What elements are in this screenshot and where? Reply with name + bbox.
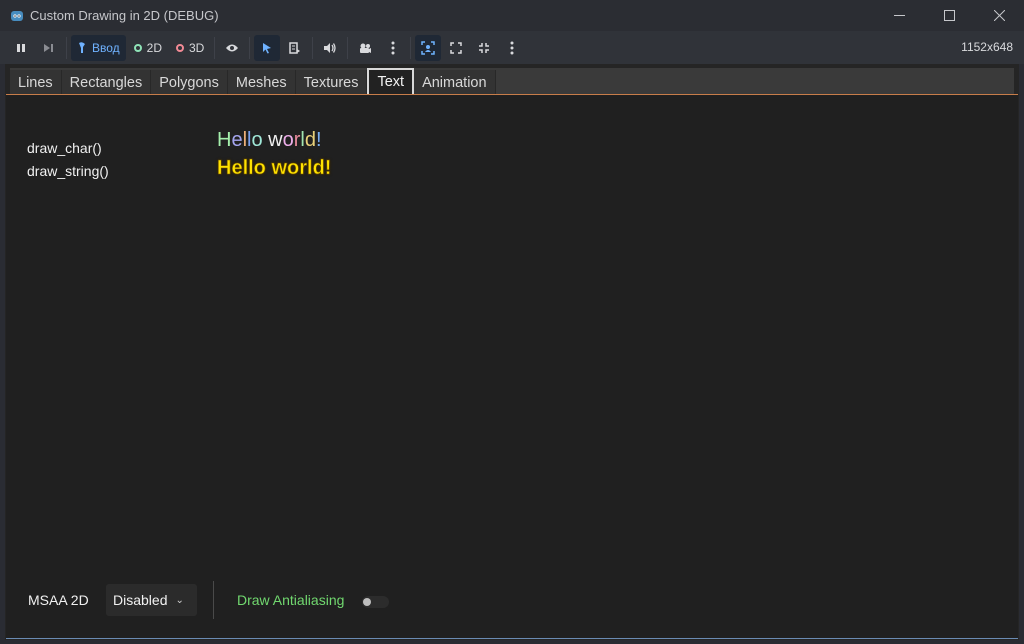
circle-3d-icon	[176, 43, 184, 52]
window-title: Custom Drawing in 2D (DEBUG)	[30, 8, 219, 23]
tab-bar: Lines Rectangles Polygons Meshes Texture…	[10, 68, 1014, 96]
godot-icon	[11, 10, 23, 21]
tab-lines[interactable]: Lines	[10, 70, 62, 96]
antialiasing-toggle[interactable]	[362, 596, 389, 608]
tab-meshes[interactable]: Meshes	[227, 70, 296, 96]
list-icon[interactable]	[282, 35, 308, 61]
speaker-icon[interactable]	[317, 35, 343, 61]
tab-text[interactable]: Text	[367, 68, 415, 96]
antialiasing-label: Draw Antialiasing	[237, 592, 345, 608]
draw-string-sample: Hello world!	[217, 157, 332, 180]
input-mode-button[interactable]: Ввод	[71, 34, 126, 61]
tab-animation[interactable]: Animation	[414, 70, 496, 96]
toggle-knob	[363, 598, 371, 606]
char-glyph: o	[251, 129, 263, 151]
mode-3d-label: 3D	[189, 40, 205, 55]
char-glyph: !	[316, 129, 322, 151]
minimize-icon[interactable]	[874, 0, 924, 31]
select-arrow-icon[interactable]	[254, 34, 281, 61]
close-icon[interactable]	[974, 0, 1024, 31]
char-glyph: w	[268, 129, 283, 151]
char-glyph: d	[304, 129, 316, 151]
msaa-dropdown[interactable]: Disabled ⌄	[106, 584, 197, 616]
char-glyph: H	[217, 129, 232, 151]
tab-textures[interactable]: Textures	[295, 70, 368, 96]
toolbar-separator	[312, 36, 314, 59]
chevron-down-icon: ⌄	[175, 594, 184, 606]
footer-separator	[213, 581, 214, 619]
draw-char-sample: Hello world!	[217, 129, 322, 152]
pause-icon[interactable]	[8, 35, 34, 61]
tab-polygons[interactable]: Polygons	[151, 70, 228, 96]
eye-icon[interactable]	[219, 35, 245, 61]
step-icon[interactable]	[36, 35, 62, 61]
msaa-value: Disabled	[113, 592, 168, 608]
circle-2d-icon	[133, 43, 142, 52]
mode-2d-label: 2D	[146, 40, 162, 55]
msaa-label: MSAA 2D	[28, 592, 89, 608]
draw-char-label: draw_char()	[27, 140, 102, 156]
text-demo-panel: draw_char() draw_string() Hello world! H…	[6, 94, 1018, 639]
input-mode-label: Ввод	[92, 40, 120, 55]
title-bar: Custom Drawing in 2D (DEBUG)	[0, 0, 1024, 31]
char-glyph: o	[282, 129, 294, 151]
screen-target-icon[interactable]	[415, 34, 442, 61]
toolbar-separator	[410, 36, 412, 59]
input-icon	[79, 41, 85, 53]
toolbar-separator	[66, 36, 67, 59]
mode-3d-button[interactable]: 3D	[170, 35, 210, 61]
toolbar-separator	[347, 36, 349, 59]
tab-rectangles[interactable]: Rectangles	[61, 70, 152, 96]
draw-string-label: draw_string()	[27, 163, 109, 179]
char-glyph: r	[293, 129, 301, 151]
camera-icon[interactable]	[352, 35, 378, 61]
shrink-icon[interactable]	[471, 35, 497, 61]
game-viewport: Lines Rectangles Polygons Meshes Texture…	[5, 64, 1019, 640]
more-vertical-icon[interactable]	[380, 35, 406, 61]
debug-toolbar: Ввод 2D 3D 1152x648	[0, 31, 1024, 64]
char-glyph: e	[231, 129, 243, 151]
more-vertical-icon[interactable]	[499, 35, 525, 61]
maximize-icon[interactable]	[924, 0, 974, 31]
toolbar-separator	[214, 36, 216, 59]
mode-2d-button[interactable]: 2D	[128, 35, 168, 61]
resolution-label: 1152x648	[961, 40, 1013, 54]
toolbar-separator	[249, 36, 251, 59]
fullscreen-icon[interactable]	[443, 35, 469, 61]
